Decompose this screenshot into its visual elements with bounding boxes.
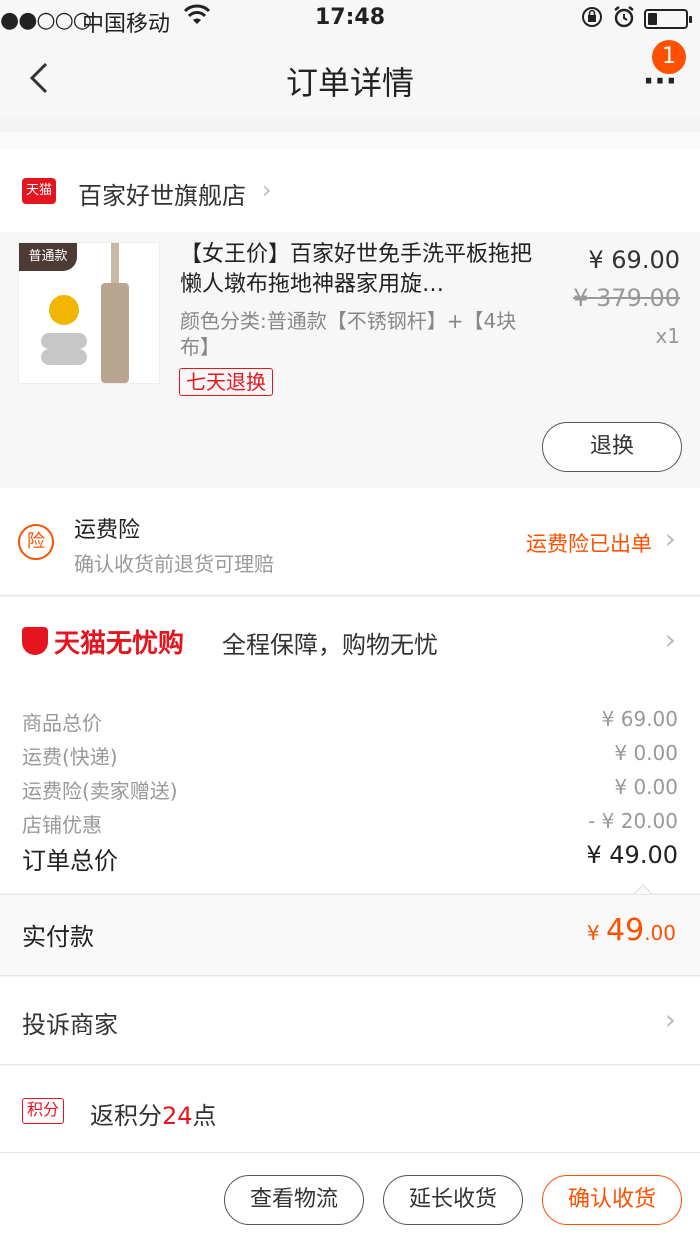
store-name: 百家好世旗舰店 <box>78 182 246 210</box>
price-row-value: ¥ 69.00 <box>601 707 678 731</box>
points-suffix: 点 <box>192 1102 217 1130</box>
mop-head-image <box>101 283 129 383</box>
paid-label: 实付款 <box>22 923 94 951</box>
price-row-label: 运费险(卖家赠送) <box>22 779 178 803</box>
product-price: ¥ 69.00 <box>588 246 680 274</box>
bottom-action-bar: 查看物流 延长收货 确认收货 <box>0 1152 700 1245</box>
chevron-right-icon: › <box>664 1003 676 1036</box>
paid-integer: 49 <box>606 913 645 948</box>
thumbnail-tag: 普通款 <box>19 243 77 271</box>
original-price: ¥ 379.00 <box>573 284 680 312</box>
paid-value: ¥ 49.00 <box>587 913 676 948</box>
view-logistics-button[interactable]: 查看物流 <box>224 1175 364 1225</box>
worry-free-row[interactable]: 天猫无忧购 全程保障，购物无忧 › <box>0 597 700 687</box>
points-tag: 积分 <box>22 1098 65 1124</box>
insurance-icon: 险 <box>18 524 54 560</box>
price-details: 商品总价 ¥ 69.00 运费(快递) ¥ 0.00 运费险(卖家赠送) ¥ 0… <box>0 687 700 894</box>
caret-up-icon <box>634 884 652 894</box>
shipping-insurance-row[interactable]: 险 运费险 确认收货前退货可理赔 运费险已出单 › <box>0 488 700 596</box>
price-row-value: ¥ 0.00 <box>614 741 678 765</box>
order-total-value: ¥ 49.00 <box>586 841 678 869</box>
product-quantity: x1 <box>655 324 680 348</box>
product-item[interactable]: 普通款 【女王价】百家好世免手洗平板拖把懒人墩布拖地神器家用旋… 颜色分类:普通… <box>0 232 700 488</box>
battery-icon <box>644 9 692 29</box>
paid-decimal: .00 <box>644 921 676 945</box>
points-text: 返积分24点 <box>90 1096 217 1131</box>
complain-merchant-row[interactable]: 投诉商家 › <box>0 977 700 1065</box>
price-row: 运费险(卖家赠送) ¥ 0.00 <box>22 775 678 809</box>
alarm-icon <box>612 5 636 35</box>
shield-icon <box>22 627 48 655</box>
price-row: 店铺优惠 - ¥ 20.00 <box>22 809 678 843</box>
price-row-value: - ¥ 20.00 <box>588 809 678 833</box>
page-title: 订单详情 <box>285 64 414 102</box>
order-total-row: 订单总价 ¥ 49.00 <box>22 841 678 875</box>
price-row-label: 运费(快递) <box>22 745 118 769</box>
price-row-value: ¥ 0.00 <box>614 775 678 799</box>
confirm-receipt-button[interactable]: 确认收货 <box>542 1175 682 1225</box>
status-bar: ●●○○○ 中国移动 17:48 <box>0 0 700 40</box>
tmall-logo-icon: 天猫 <box>22 178 56 204</box>
product-title: 【女王价】百家好世免手洗平板拖把懒人墩布拖地神器家用旋… <box>180 242 533 297</box>
price-row-label: 店铺优惠 <box>22 813 102 837</box>
points-prefix: 返积分 <box>90 1102 162 1130</box>
notification-badge: 1 <box>652 40 686 74</box>
insurance-title: 运费险 <box>74 518 141 543</box>
product-thumbnail: 普通款 <box>18 242 160 384</box>
chevron-right-icon: › <box>262 176 272 204</box>
divider <box>0 118 700 132</box>
cloth-image <box>41 349 87 365</box>
medal-icon <box>49 295 79 325</box>
divider <box>0 132 700 150</box>
product-spec: 颜色分类:普通款【不锈钢杆】+【4块布】 <box>180 309 517 359</box>
points-amount: 24 <box>162 1102 193 1130</box>
cloth-image <box>41 333 87 349</box>
nav-bar: 订单详情 ··· 1 <box>0 40 700 118</box>
complain-label: 投诉商家 <box>22 1011 118 1039</box>
order-total-label: 订单总价 <box>22 847 118 875</box>
refund-button[interactable]: 退换 <box>542 422 682 472</box>
price-row-label: 商品总价 <box>22 711 102 735</box>
worry-free-logo: 天猫无忧购 <box>54 629 185 659</box>
price-row: 运费(快递) ¥ 0.00 <box>22 741 678 775</box>
store-header[interactable]: 天猫 百家好世旗舰店 › <box>0 150 700 232</box>
insurance-status: 运费险已出单 <box>526 532 652 556</box>
return-policy-tag: 七天退换 <box>179 368 273 396</box>
paid-amount-row: 实付款 ¥ 49.00 <box>0 894 700 976</box>
price-row: 商品总价 ¥ 69.00 <box>22 707 678 741</box>
chevron-right-icon: › <box>664 623 676 656</box>
insurance-subtitle: 确认收货前退货可理赔 <box>74 552 274 576</box>
extend-receipt-button[interactable]: 延长收货 <box>383 1175 523 1225</box>
rotation-lock-icon <box>580 5 604 35</box>
paid-currency: ¥ <box>586 921 606 945</box>
worry-free-description: 全程保障，购物无忧 <box>222 631 438 659</box>
points-row: 积分 返积分24点 <box>0 1066 700 1152</box>
chevron-right-icon: › <box>664 522 676 555</box>
